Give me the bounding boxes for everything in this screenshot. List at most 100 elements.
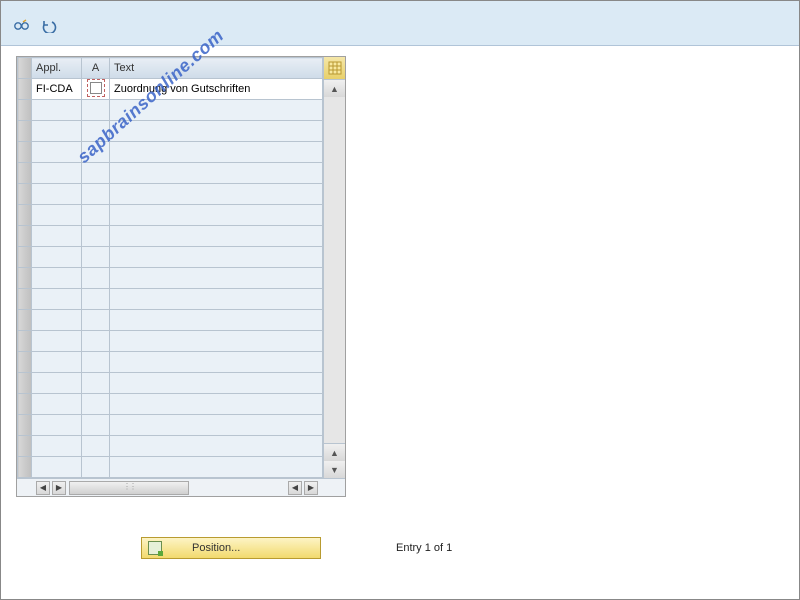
cell-appl[interactable] [32,100,82,121]
cell-a[interactable] [82,205,110,226]
cell-text[interactable] [110,415,323,436]
row-selector[interactable] [18,331,32,352]
hscroll-left2-icon[interactable]: ◀ [288,481,302,495]
entry-counter: Entry 1 of 1 [396,542,452,554]
cell-text[interactable] [110,121,323,142]
row-selector[interactable] [18,352,32,373]
cell-text[interactable] [110,184,323,205]
undo-icon[interactable] [40,20,64,32]
row-selector[interactable] [18,226,32,247]
row-selector[interactable] [18,121,32,142]
cell-appl[interactable] [32,457,82,478]
row-selector[interactable] [18,79,32,100]
cell-appl[interactable] [32,373,82,394]
cell-text[interactable]: Zuordnung von Gutschriften [110,79,323,100]
cell-appl[interactable] [32,436,82,457]
row-selector[interactable] [18,394,32,415]
cell-text[interactable] [110,289,323,310]
row-selector[interactable] [18,268,32,289]
row-selector[interactable] [18,373,32,394]
row-selector[interactable] [18,289,32,310]
cell-text[interactable] [110,100,323,121]
cell-appl[interactable] [32,310,82,331]
cell-text[interactable] [110,226,323,247]
cell-a[interactable] [82,289,110,310]
cell-a[interactable] [82,163,110,184]
cell-appl[interactable] [32,247,82,268]
cell-a[interactable] [82,184,110,205]
cell-appl[interactable] [32,184,82,205]
cell-a[interactable] [82,457,110,478]
table-row [18,184,323,205]
cell-a[interactable] [82,100,110,121]
cell-text[interactable] [110,352,323,373]
table-row[interactable]: FI-CDA Zuordnung von Gutschriften [18,79,323,100]
cell-appl[interactable]: FI-CDA [32,79,82,100]
table-row [18,247,323,268]
cell-a[interactable] [82,373,110,394]
row-selector[interactable] [18,100,32,121]
checkbox-icon[interactable] [90,82,102,94]
cell-text[interactable] [110,247,323,268]
hscroll-right2-icon[interactable]: ▶ [304,481,318,495]
row-selector-header[interactable] [18,58,32,79]
cell-text[interactable] [110,268,323,289]
cell-appl[interactable] [32,205,82,226]
scroll-down-icon[interactable]: ▼ [324,461,345,478]
cell-a[interactable] [82,142,110,163]
cell-appl[interactable] [32,163,82,184]
scroll-up-icon[interactable]: ▲ [324,80,345,97]
cell-appl[interactable] [32,226,82,247]
cell-a[interactable] [82,394,110,415]
cell-text[interactable] [110,142,323,163]
cell-appl[interactable] [32,289,82,310]
vertical-scrollbar[interactable] [324,97,345,444]
cell-a[interactable] [82,268,110,289]
table-row [18,268,323,289]
cell-appl[interactable] [32,331,82,352]
cell-appl[interactable] [32,394,82,415]
cell-appl[interactable] [32,415,82,436]
cell-a[interactable] [82,121,110,142]
cell-a[interactable] [82,247,110,268]
row-selector[interactable] [18,142,32,163]
row-selector[interactable] [18,184,32,205]
cell-appl[interactable] [32,352,82,373]
cell-text[interactable] [110,457,323,478]
cell-a[interactable] [82,331,110,352]
horizontal-scrollbar: ◀ ▶ ◀ ▶ [17,478,345,496]
cell-text[interactable] [110,436,323,457]
cell-text[interactable] [110,373,323,394]
column-header-a[interactable]: A [82,58,110,79]
row-selector[interactable] [18,247,32,268]
cell-appl[interactable] [32,121,82,142]
cell-a[interactable] [82,352,110,373]
cell-text[interactable] [110,205,323,226]
row-selector[interactable] [18,310,32,331]
row-selector[interactable] [18,415,32,436]
column-header-text[interactable]: Text [110,58,323,79]
cell-a[interactable] [82,226,110,247]
hscroll-right-icon[interactable]: ▶ [52,481,66,495]
cell-text[interactable] [110,331,323,352]
cell-a[interactable] [82,79,110,100]
cell-text[interactable] [110,163,323,184]
hscroll-track[interactable] [69,481,189,495]
cell-a[interactable] [82,436,110,457]
position-button[interactable]: Position... [141,537,321,559]
row-selector[interactable] [18,163,32,184]
scroll-up2-icon[interactable]: ▲ [324,444,345,461]
display-detail-icon[interactable] [13,20,40,32]
cell-text[interactable] [110,310,323,331]
row-selector[interactable] [18,436,32,457]
row-selector[interactable] [18,205,32,226]
cell-appl[interactable] [32,142,82,163]
cell-text[interactable] [110,394,323,415]
cell-a[interactable] [82,310,110,331]
table-settings-button[interactable] [324,57,345,80]
row-selector[interactable] [18,457,32,478]
cell-a[interactable] [82,415,110,436]
column-header-appl[interactable]: Appl. [32,58,82,79]
cell-appl[interactable] [32,268,82,289]
hscroll-left-icon[interactable]: ◀ [36,481,50,495]
